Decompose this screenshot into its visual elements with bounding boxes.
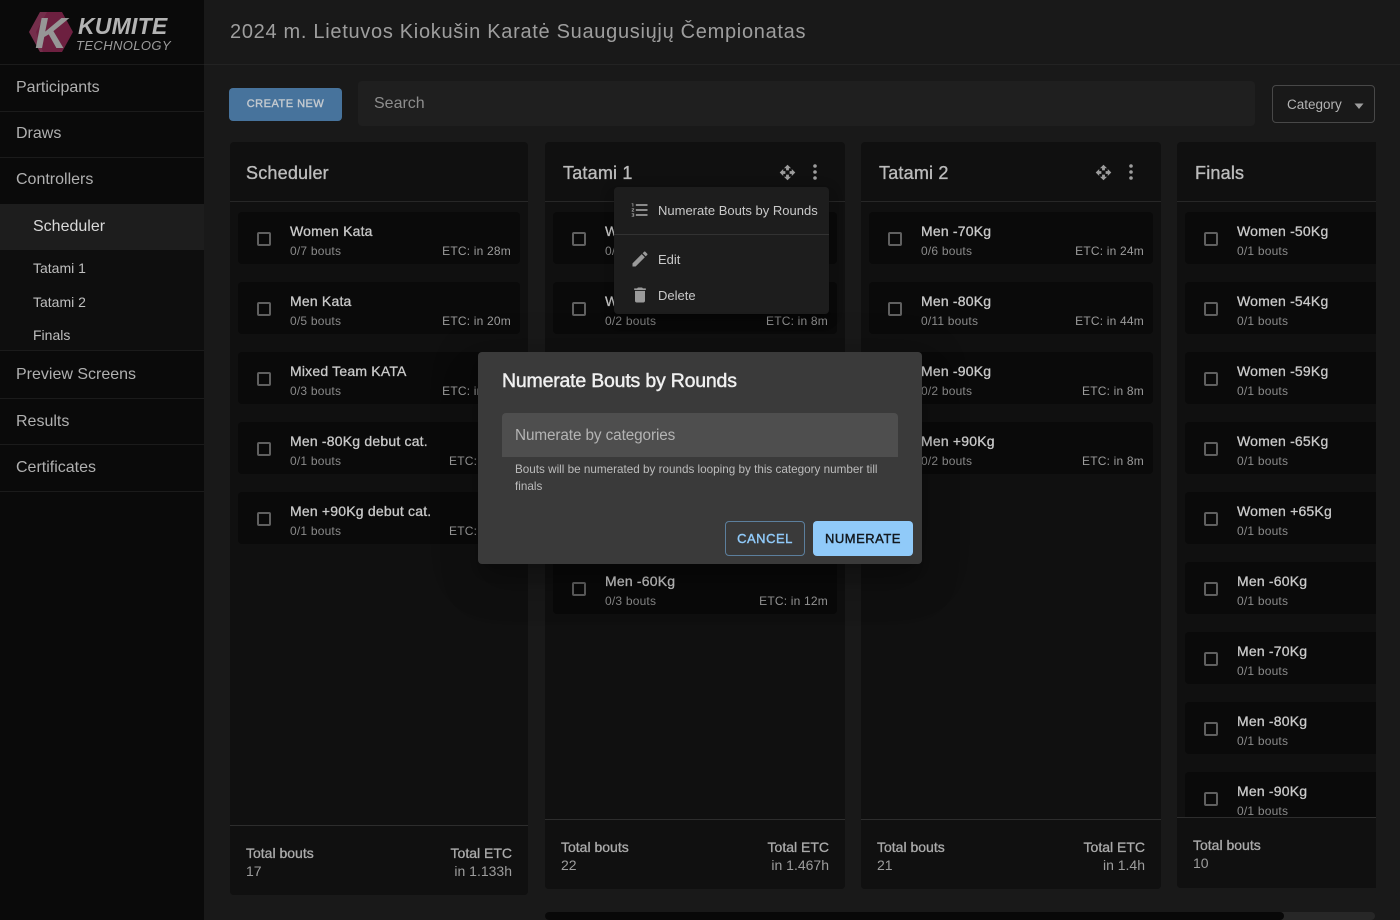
- svg-text:K: K: [35, 9, 70, 58]
- svg-text:TECHNOLOGY: TECHNOLOGY: [76, 38, 172, 53]
- svg-text:KUMITE: KUMITE: [78, 13, 168, 39]
